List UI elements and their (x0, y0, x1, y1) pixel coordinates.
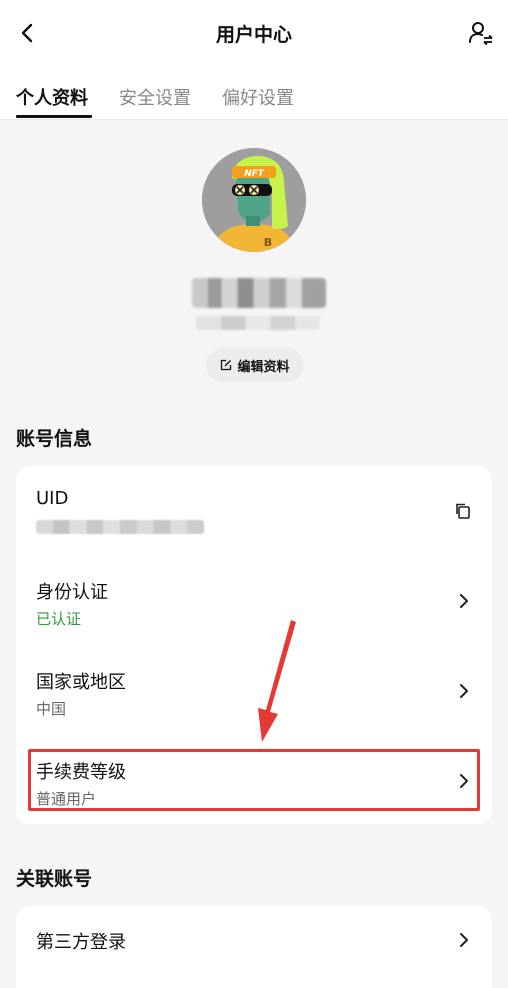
fee-level-label: 手续费等级 (36, 762, 126, 783)
copy-uid-button[interactable] (452, 500, 474, 522)
third-party-login-row[interactable]: 第三方登录 (16, 906, 492, 974)
active-tab-indicator (16, 115, 92, 118)
chevron-right-icon (458, 772, 470, 790)
avatar-coin-symbol: B (264, 236, 272, 249)
tab-security[interactable]: 安全设置 (119, 84, 191, 110)
third-party-login-label: 第三方登录 (36, 932, 126, 953)
country-region-label: 国家或地区 (36, 672, 126, 693)
avatar-badge-text: NFT (244, 169, 265, 179)
linked-accounts-card: 第三方登录 (16, 906, 492, 988)
fee-level-row[interactable]: 手续费等级 普通用户 (16, 738, 492, 824)
user-switch-icon (469, 22, 493, 46)
identity-verification-row[interactable]: 身份认证 已认证 (16, 556, 492, 646)
linked-accounts-title: 关联账号 (16, 868, 93, 890)
tab-profile[interactable]: 个人资料 (16, 84, 88, 110)
top-bar: 用户中心 (0, 0, 508, 66)
account-info-card: UID 身份认证 已认证 国家或地区 中国 手续费等级 普通用户 (16, 466, 492, 824)
uid-label: UID (36, 488, 69, 509)
edit-profile-button[interactable]: 编辑资料 (206, 348, 304, 382)
identity-verification-label: 身份认证 (36, 582, 108, 603)
copy-icon (456, 503, 470, 519)
chevron-right-icon (458, 592, 470, 610)
avatar[interactable]: NFT B (202, 148, 306, 252)
tab-bar: 个人资料 安全设置 偏好设置 (0, 66, 508, 120)
country-region-row[interactable]: 国家或地区 中国 (16, 646, 492, 736)
verification-status: 已认证 (36, 610, 82, 628)
tab-preferences[interactable]: 偏好设置 (222, 84, 294, 110)
nft-avatar-image: NFT B (202, 148, 306, 252)
fee-level-value: 普通用户 (36, 790, 97, 808)
uid-value-redacted (36, 520, 204, 534)
edit-icon (221, 359, 232, 371)
uid-row: UID (16, 466, 492, 554)
account-redacted (196, 316, 320, 330)
profile-header: NFT B 编辑资料 (0, 120, 508, 400)
account-info-title: 账号信息 (16, 428, 93, 450)
page-title: 用户中心 (215, 24, 292, 46)
country-region-value: 中国 (36, 700, 67, 718)
chevron-right-icon (458, 931, 470, 949)
edit-profile-label: 编辑资料 (237, 359, 290, 375)
nickname-redacted (192, 278, 326, 308)
switch-account-button[interactable] (466, 18, 496, 48)
chevron-right-icon (458, 682, 470, 700)
